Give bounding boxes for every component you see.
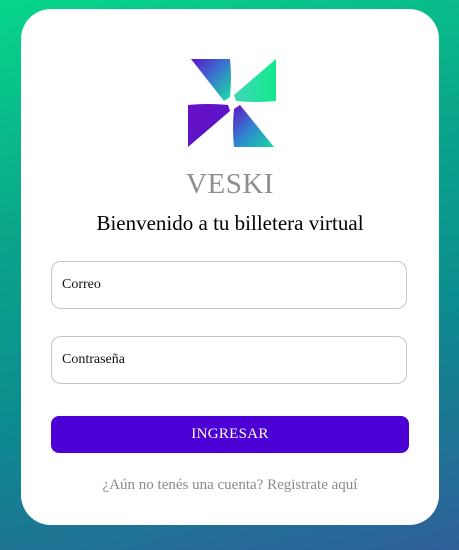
password-input[interactable] [51, 336, 407, 384]
login-card: VESKI Bienvenido a tu billetera virtual … [21, 9, 439, 525]
register-prompt: ¿Aún no tenés una cuenta? Registrate aqu… [21, 477, 439, 494]
login-button[interactable]: INGRESAR [51, 416, 409, 453]
email-input[interactable] [51, 261, 407, 309]
brand-name: VESKI [186, 168, 274, 200]
veski-logo-icon [188, 59, 276, 147]
register-link[interactable]: Registrate aquí [267, 477, 357, 493]
no-account-text: ¿Aún no tenés una cuenta? [102, 477, 264, 493]
welcome-heading: Bienvenido a tu billetera virtual [96, 211, 364, 235]
